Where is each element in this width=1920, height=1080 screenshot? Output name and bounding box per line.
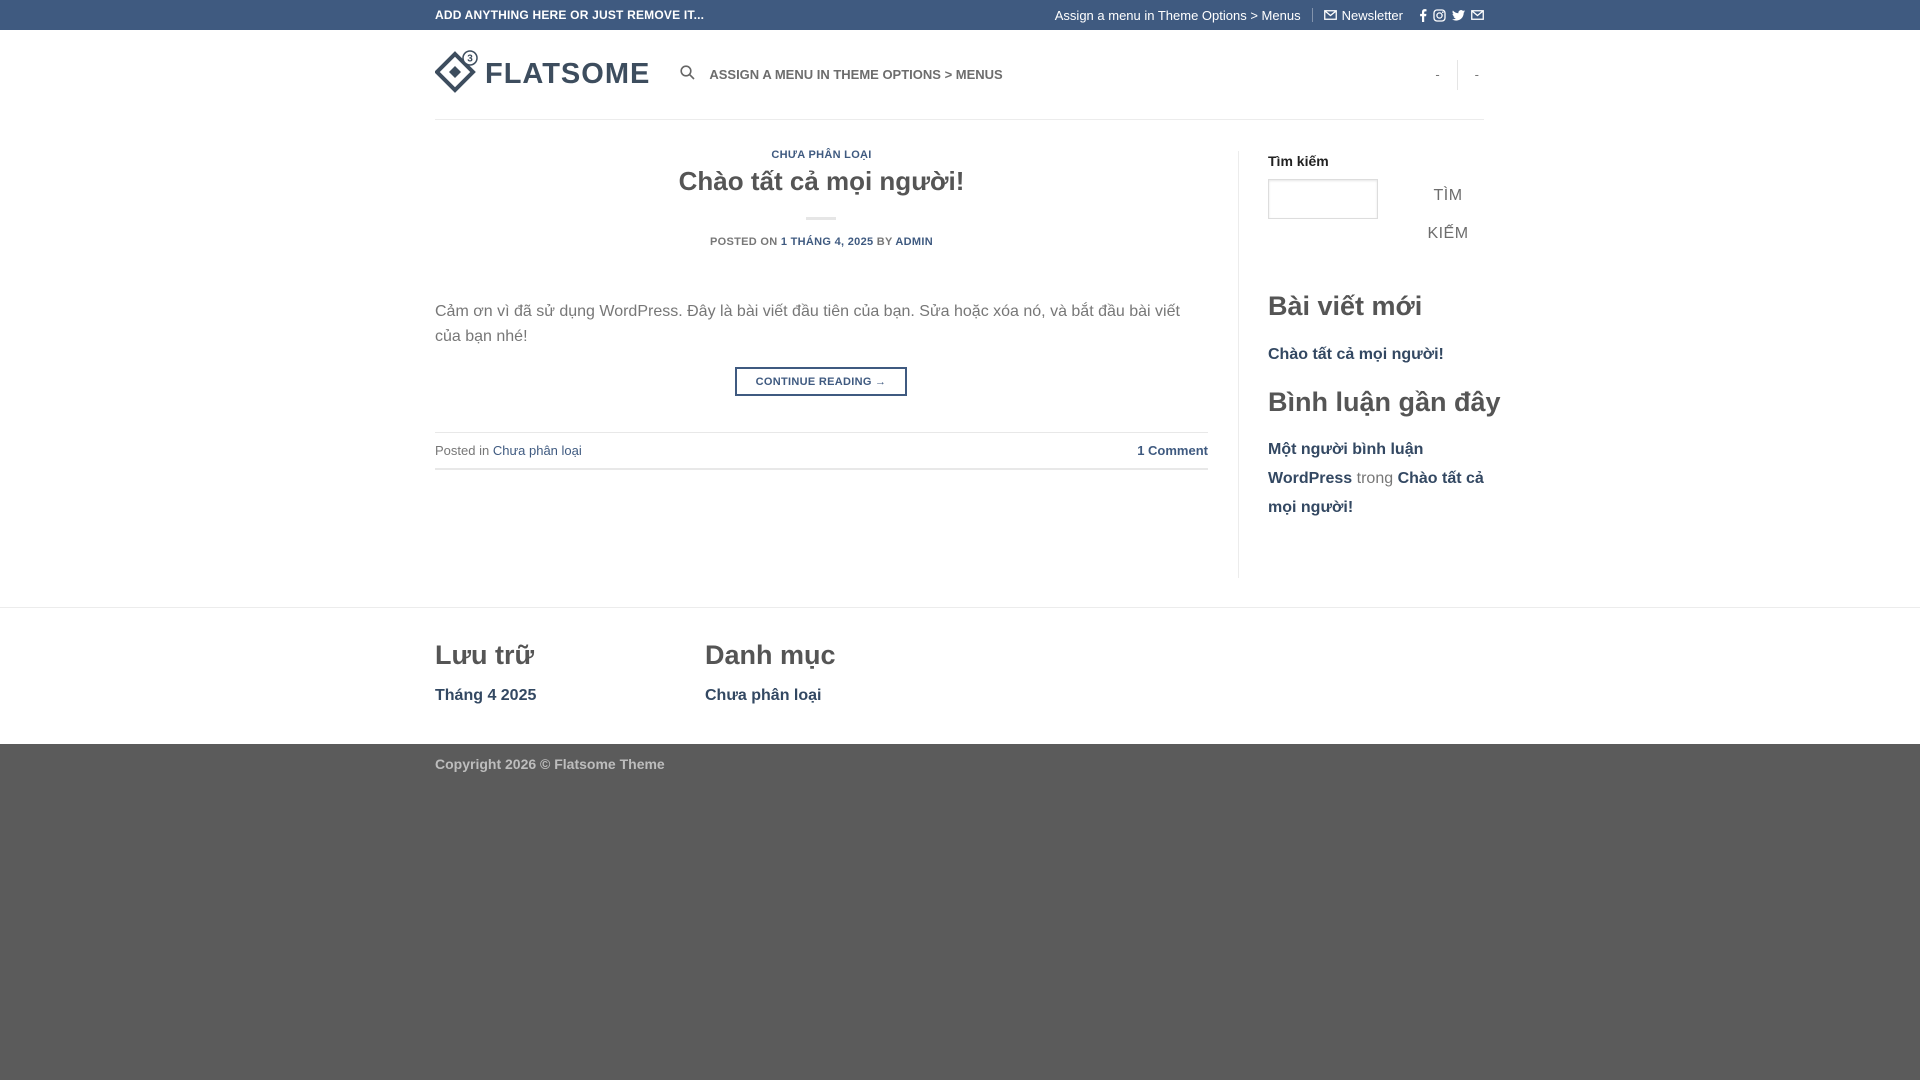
twitter-icon[interactable] [1452,9,1465,21]
comments-link[interactable]: 1 Comment [1137,443,1208,458]
post-date-link[interactable]: 1 THÁNG 4, 2025 [781,236,874,248]
top-bar: ADD ANYTHING HERE OR JUST REMOVE IT... A… [0,0,1920,30]
comment-in-label: trong [1356,470,1394,487]
header-right: - - [1430,59,1484,90]
svg-text:3: 3 [467,54,473,65]
topbar-menu-notice[interactable]: Assign a menu in Theme Options > Menus [1055,8,1301,23]
header-account-link[interactable]: - [1430,67,1444,82]
sidebar-search-title: Tìm kiếm [1268,153,1329,169]
copyright-bar: Copyright 2026 © Flatsome Theme [0,744,1920,1080]
recent-comments-title: Bình luận gần đây [1268,387,1501,417]
header-cart-link[interactable]: - [1470,67,1484,82]
post-author-link[interactable]: ADMIN [895,236,933,248]
sidebar-search-button[interactable]: TÌM KIẾM [1393,177,1503,253]
archive-month-link[interactable]: Tháng 4 2025 [435,687,536,705]
copyright-text: Copyright 2026 © Flatsome Theme [435,756,665,772]
recent-comment-item: Một người bình luận WordPress trong Chào … [1268,435,1484,522]
category-link[interactable]: Chưa phân loại [705,687,821,705]
header-divider [1456,59,1458,90]
facebook-icon[interactable] [1419,8,1427,22]
posted-in: Posted in Chưa phân loại [435,443,582,458]
logo-text: FLATSOME [485,58,651,90]
main-content: CHƯA PHÂN LOẠI Chào tất cả mọi người! PO… [0,121,1920,607]
categories-title: Danh mục [705,640,836,670]
search-button-line-1: TÌM [1433,187,1463,204]
topbar-divider [1311,8,1313,22]
site-logo[interactable]: 3 FLATSOME [434,50,651,99]
topbar-right: Assign a menu in Theme Options > Menus N… [1055,8,1484,23]
posted-on-label: POSTED ON [710,236,778,248]
header-menu-notice[interactable]: ASSIGN A MENU IN THEME OPTIONS > MENUS [709,67,1002,82]
recent-post-link[interactable]: Chào tất cả mọi người! [1268,340,1444,369]
header-search-button[interactable] [680,64,695,85]
flatsome-logo-icon: 3 [434,50,479,99]
site-header: 3 FLATSOME ASSIGN A MENU IN THEME OPTION… [0,30,1920,121]
newsletter-link[interactable]: Newsletter [1323,7,1403,23]
post-meta: POSTED ON 1 THÁNG 4, 2025 BY ADMIN [435,236,1208,248]
sidebar-search-input[interactable] [1268,179,1378,219]
continue-reading-button[interactable]: CONTINUE READING → [735,367,907,396]
envelope-icon [1323,8,1337,23]
newsletter-label: Newsletter [1341,7,1403,23]
posted-in-label: Posted in [435,443,490,458]
footer-widgets: Lưu trữ Tháng 4 2025 Danh mục Chưa phân … [0,607,1920,744]
search-button-line-2: KIẾM [1427,225,1469,242]
social-icons [1419,8,1484,22]
topbar-announcement: ADD ANYTHING HERE OR JUST REMOVE IT... [435,8,705,22]
search-icon [680,64,695,85]
mail-icon[interactable] [1471,10,1484,20]
post-title[interactable]: Chào tất cả mọi người! [435,166,1208,197]
post-footer: Posted in Chưa phân loại 1 Comment [435,432,1208,470]
by-label: BY [876,236,893,248]
sidebar-divider [1238,151,1239,578]
title-divider [806,217,836,220]
post-category[interactable]: CHƯA PHÂN LOẠI [435,149,1208,161]
post-excerpt: Cảm ơn vì đã sử dụng WordPress. Đây là b… [435,303,1180,345]
posted-in-category-link[interactable]: Chưa phân loại [493,443,582,458]
instagram-icon[interactable] [1433,8,1446,22]
recent-posts-title: Bài viết mới [1268,291,1423,321]
archives-title: Lưu trữ [435,640,535,670]
